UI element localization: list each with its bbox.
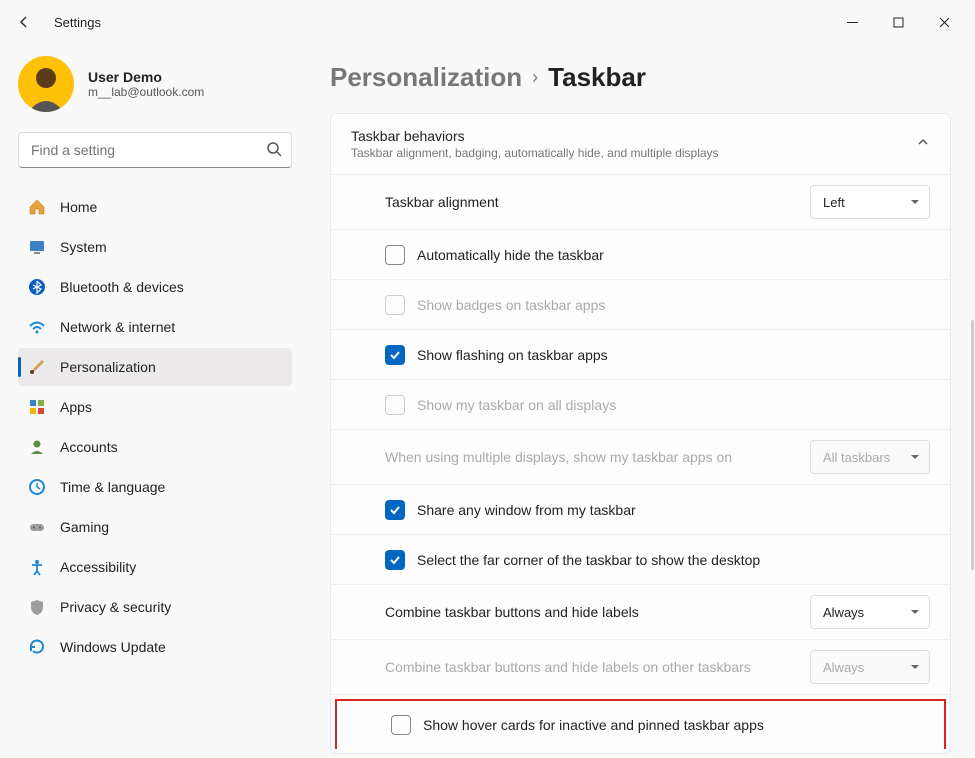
user-name: User Demo xyxy=(88,69,204,85)
hovercards-checkbox[interactable] xyxy=(391,715,411,735)
row-badges: Show badges on taskbar apps xyxy=(331,280,950,330)
breadcrumb-parent[interactable]: Personalization xyxy=(330,62,522,93)
autohide-checkbox[interactable] xyxy=(385,245,405,265)
alignment-select[interactable]: Left xyxy=(810,185,930,219)
sidebar-item-label: Windows Update xyxy=(60,639,166,655)
close-icon xyxy=(939,17,950,28)
share-checkbox[interactable] xyxy=(385,500,405,520)
breadcrumb-current: Taskbar xyxy=(548,62,646,93)
clock-icon xyxy=(28,478,46,496)
sidebar-item-label: Apps xyxy=(60,399,92,415)
sidebar-item-label: Network & internet xyxy=(60,319,175,335)
row-label: Show hover cards for inactive and pinned… xyxy=(423,717,764,733)
row-flashing: Show flashing on taskbar apps xyxy=(331,330,950,380)
sidebar-item-accounts[interactable]: Accounts xyxy=(18,428,292,466)
row-multidisp: When using multiple displays, show my ta… xyxy=(331,430,950,485)
sidebar-item-label: Bluetooth & devices xyxy=(60,279,184,295)
gamepad-icon xyxy=(28,518,46,536)
row-label: Show my taskbar on all displays xyxy=(417,397,616,413)
sidebar-item-home[interactable]: Home xyxy=(18,188,292,226)
badges-checkbox xyxy=(385,295,405,315)
row-label: Show flashing on taskbar apps xyxy=(417,347,608,363)
search-icon xyxy=(266,141,282,162)
sidebar-item-label: Accessibility xyxy=(60,559,136,575)
window-title: Settings xyxy=(54,15,101,30)
scrollbar[interactable] xyxy=(971,320,974,570)
flashing-checkbox[interactable] xyxy=(385,345,405,365)
wifi-icon xyxy=(28,318,46,336)
section-subtitle: Taskbar alignment, badging, automaticall… xyxy=(351,146,719,160)
sidebar-item-privacy[interactable]: Privacy & security xyxy=(18,588,292,626)
bluetooth-icon xyxy=(28,278,46,296)
search-input[interactable] xyxy=(18,132,292,168)
combine-select[interactable]: Always xyxy=(810,595,930,629)
window-controls xyxy=(829,6,967,38)
section-title: Taskbar behaviors xyxy=(351,128,719,144)
search-box xyxy=(18,132,292,168)
brush-icon xyxy=(28,358,46,376)
accessibility-icon xyxy=(28,558,46,576)
sidebar-item-apps[interactable]: Apps xyxy=(18,388,292,426)
row-label: Select the far corner of the taskbar to … xyxy=(417,552,760,568)
sidebar-item-accessibility[interactable]: Accessibility xyxy=(18,548,292,586)
minimize-icon xyxy=(847,17,858,28)
row-combineother: Combine taskbar buttons and hide labels … xyxy=(331,640,950,695)
sidebar-item-label: System xyxy=(60,239,107,255)
multidisp-select: All taskbars xyxy=(810,440,930,474)
farcorner-checkbox[interactable] xyxy=(385,550,405,570)
row-share: Share any window from my taskbar xyxy=(331,485,950,535)
sidebar: User Demo m__lab@outlook.com Home System… xyxy=(0,44,310,758)
shield-icon xyxy=(28,598,46,616)
sidebar-item-system[interactable]: System xyxy=(18,228,292,266)
taskbar-behaviors-card: Taskbar behaviors Taskbar alignment, bad… xyxy=(330,113,951,754)
apps-icon xyxy=(28,398,46,416)
row-label: When using multiple displays, show my ta… xyxy=(385,449,732,465)
user-email: m__lab@outlook.com xyxy=(88,85,204,99)
row-label: Automatically hide the taskbar xyxy=(417,247,604,263)
sidebar-item-personalization[interactable]: Personalization xyxy=(18,348,292,386)
card-header[interactable]: Taskbar behaviors Taskbar alignment, bad… xyxy=(331,114,950,175)
row-alldisplays: Show my taskbar on all displays xyxy=(331,380,950,430)
arrow-left-icon xyxy=(16,14,32,30)
row-alignment: Taskbar alignment Left xyxy=(331,175,950,230)
sidebar-item-bluetooth[interactable]: Bluetooth & devices xyxy=(18,268,292,306)
row-combine: Combine taskbar buttons and hide labels … xyxy=(331,585,950,640)
maximize-button[interactable] xyxy=(875,6,921,38)
row-hovercards: Show hover cards for inactive and pinned… xyxy=(335,699,946,749)
alldisplays-checkbox xyxy=(385,395,405,415)
sidebar-item-label: Time & language xyxy=(60,479,165,495)
home-icon xyxy=(28,198,46,216)
person-icon xyxy=(28,438,46,456)
main-content: Personalization › Taskbar Taskbar behavi… xyxy=(310,44,975,758)
sidebar-item-network[interactable]: Network & internet xyxy=(18,308,292,346)
sidebar-item-gaming[interactable]: Gaming xyxy=(18,508,292,546)
combineother-select: Always xyxy=(810,650,930,684)
user-block[interactable]: User Demo m__lab@outlook.com xyxy=(18,56,292,112)
row-label: Combine taskbar buttons and hide labels xyxy=(385,604,639,620)
row-label: Show badges on taskbar apps xyxy=(417,297,605,313)
sidebar-item-label: Privacy & security xyxy=(60,599,171,615)
chevron-right-icon: › xyxy=(532,67,538,88)
sidebar-item-label: Home xyxy=(60,199,97,215)
titlebar: Settings xyxy=(0,0,975,44)
maximize-icon xyxy=(893,17,904,28)
sidebar-item-label: Gaming xyxy=(60,519,109,535)
row-autohide: Automatically hide the taskbar xyxy=(331,230,950,280)
chevron-up-icon xyxy=(916,135,930,154)
minimize-button[interactable] xyxy=(829,6,875,38)
row-farcorner: Select the far corner of the taskbar to … xyxy=(331,535,950,585)
avatar xyxy=(18,56,74,112)
close-button[interactable] xyxy=(921,6,967,38)
sidebar-item-label: Personalization xyxy=(60,359,156,375)
update-icon xyxy=(28,638,46,656)
breadcrumb: Personalization › Taskbar xyxy=(330,62,951,93)
row-label: Combine taskbar buttons and hide labels … xyxy=(385,659,751,675)
sidebar-item-time[interactable]: Time & language xyxy=(18,468,292,506)
sidebar-item-update[interactable]: Windows Update xyxy=(18,628,292,666)
sidebar-item-label: Accounts xyxy=(60,439,118,455)
system-icon xyxy=(28,238,46,256)
back-button[interactable] xyxy=(8,6,40,38)
row-label: Taskbar alignment xyxy=(385,194,499,210)
row-label: Share any window from my taskbar xyxy=(417,502,636,518)
